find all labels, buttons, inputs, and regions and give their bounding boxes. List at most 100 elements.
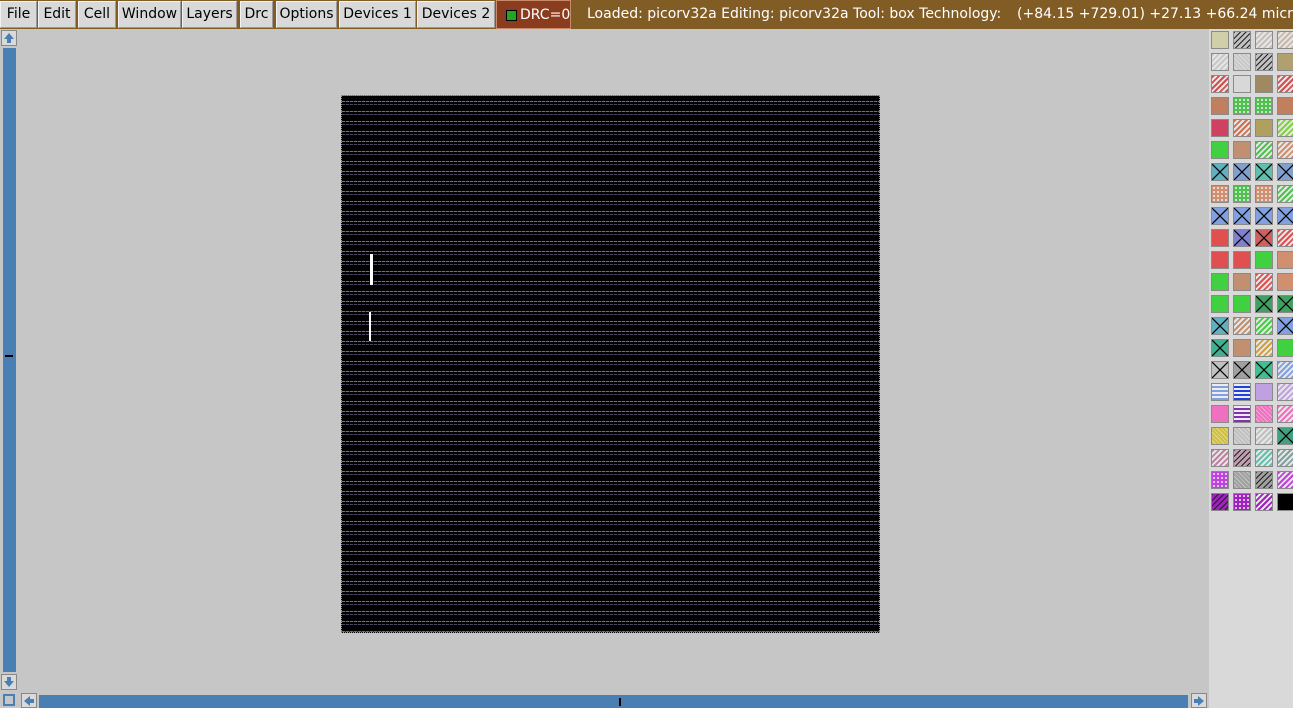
layer-swatch[interactable]: [1211, 53, 1229, 71]
layer-swatch[interactable]: [1233, 53, 1251, 71]
layer-swatch[interactable]: [1211, 405, 1229, 423]
layer-swatch[interactable]: [1255, 207, 1273, 225]
layer-swatch[interactable]: [1211, 449, 1229, 467]
layer-swatch[interactable]: [1277, 493, 1293, 511]
layer-swatch[interactable]: [1233, 31, 1251, 49]
layer-swatch[interactable]: [1277, 207, 1293, 225]
layer-swatch[interactable]: [1255, 97, 1273, 115]
layer-swatch[interactable]: [1255, 317, 1273, 335]
menu-options[interactable]: Options: [276, 1, 337, 28]
layer-swatch[interactable]: [1277, 405, 1293, 423]
menu-window[interactable]: Window: [118, 1, 181, 28]
layer-swatch[interactable]: [1255, 185, 1273, 203]
layer-swatch[interactable]: [1277, 427, 1293, 445]
layer-swatch[interactable]: [1255, 163, 1273, 181]
layer-swatch[interactable]: [1255, 53, 1273, 71]
layer-swatch[interactable]: [1233, 141, 1251, 159]
menu-devices-2[interactable]: Devices 2: [417, 1, 495, 28]
layer-swatch[interactable]: [1277, 97, 1293, 115]
layer-swatch[interactable]: [1255, 75, 1273, 93]
layer-swatch[interactable]: [1255, 31, 1273, 49]
layer-swatch[interactable]: [1277, 141, 1293, 159]
layer-swatch[interactable]: [1211, 471, 1229, 489]
layer-swatch[interactable]: [1233, 75, 1251, 93]
scroll-down-button[interactable]: [1, 674, 17, 690]
layer-swatch[interactable]: [1277, 53, 1293, 71]
layer-swatch[interactable]: [1211, 141, 1229, 159]
layer-swatch[interactable]: [1255, 141, 1273, 159]
layer-swatch[interactable]: [1277, 339, 1293, 357]
layer-swatch[interactable]: [1255, 405, 1273, 423]
layer-swatch[interactable]: [1233, 449, 1251, 467]
layer-swatch[interactable]: [1233, 493, 1251, 511]
horizontal-scrollbar[interactable]: [39, 695, 1188, 708]
layer-swatch[interactable]: [1211, 75, 1229, 93]
layer-swatch[interactable]: [1211, 339, 1229, 357]
layer-swatch[interactable]: [1277, 31, 1293, 49]
layer-swatch[interactable]: [1255, 251, 1273, 269]
layer-swatch[interactable]: [1211, 185, 1229, 203]
layer-swatch[interactable]: [1277, 229, 1293, 247]
layer-swatch[interactable]: [1211, 119, 1229, 137]
layer-swatch[interactable]: [1255, 427, 1273, 445]
layer-swatch[interactable]: [1211, 207, 1229, 225]
layer-swatch[interactable]: [1255, 383, 1273, 401]
layer-swatch[interactable]: [1255, 449, 1273, 467]
layer-swatch[interactable]: [1277, 295, 1293, 313]
layer-swatch[interactable]: [1255, 339, 1273, 357]
layer-swatch[interactable]: [1233, 185, 1251, 203]
layer-swatch[interactable]: [1233, 339, 1251, 357]
layer-swatch[interactable]: [1211, 317, 1229, 335]
drc-status-button[interactable]: DRC=0: [496, 0, 571, 29]
layer-swatch[interactable]: [1233, 317, 1251, 335]
layer-swatch[interactable]: [1233, 251, 1251, 269]
layer-swatch[interactable]: [1211, 163, 1229, 181]
layer-swatch[interactable]: [1255, 471, 1273, 489]
layer-swatch[interactable]: [1255, 493, 1273, 511]
layer-swatch[interactable]: [1211, 31, 1229, 49]
scroll-left-button[interactable]: [21, 693, 37, 708]
layer-swatch[interactable]: [1233, 163, 1251, 181]
menu-devices-1[interactable]: Devices 1: [339, 1, 416, 28]
layer-swatch[interactable]: [1211, 251, 1229, 269]
menu-layers[interactable]: Layers: [182, 1, 237, 28]
layer-swatch[interactable]: [1233, 405, 1251, 423]
layer-swatch[interactable]: [1233, 361, 1251, 379]
layer-swatch[interactable]: [1277, 449, 1293, 467]
menu-file[interactable]: File: [0, 1, 37, 28]
menu-edit[interactable]: Edit: [38, 1, 76, 28]
layer-swatch[interactable]: [1211, 361, 1229, 379]
scroll-up-button[interactable]: [1, 30, 17, 46]
layer-swatch[interactable]: [1233, 119, 1251, 137]
layer-swatch[interactable]: [1277, 273, 1293, 291]
layer-swatch[interactable]: [1277, 163, 1293, 181]
layer-swatch[interactable]: [1233, 97, 1251, 115]
layer-swatch[interactable]: [1255, 229, 1273, 247]
layer-swatch[interactable]: [1255, 273, 1273, 291]
layer-swatch[interactable]: [1277, 317, 1293, 335]
layer-swatch[interactable]: [1233, 471, 1251, 489]
layer-swatch[interactable]: [1233, 427, 1251, 445]
layer-swatch[interactable]: [1233, 207, 1251, 225]
layer-swatch[interactable]: [1233, 273, 1251, 291]
layer-swatch[interactable]: [1277, 75, 1293, 93]
layer-swatch[interactable]: [1277, 119, 1293, 137]
layer-swatch[interactable]: [1277, 471, 1293, 489]
layer-swatch[interactable]: [1211, 383, 1229, 401]
layer-swatch[interactable]: [1255, 119, 1273, 137]
layer-swatch[interactable]: [1233, 229, 1251, 247]
scroll-right-button[interactable]: [1191, 693, 1207, 708]
layer-swatch[interactable]: [1277, 361, 1293, 379]
layer-swatch[interactable]: [1211, 97, 1229, 115]
layer-swatch[interactable]: [1211, 295, 1229, 313]
layer-swatch[interactable]: [1211, 493, 1229, 511]
layer-swatch[interactable]: [1255, 295, 1273, 313]
layer-swatch[interactable]: [1211, 273, 1229, 291]
layer-swatch[interactable]: [1277, 251, 1293, 269]
layer-swatch[interactable]: [1277, 383, 1293, 401]
layer-swatch[interactable]: [1211, 229, 1229, 247]
menu-drc[interactable]: Drc: [240, 1, 273, 28]
layer-swatch[interactable]: [1277, 185, 1293, 203]
menu-cell[interactable]: Cell: [78, 1, 116, 28]
zoom-box-icon[interactable]: [3, 694, 15, 706]
